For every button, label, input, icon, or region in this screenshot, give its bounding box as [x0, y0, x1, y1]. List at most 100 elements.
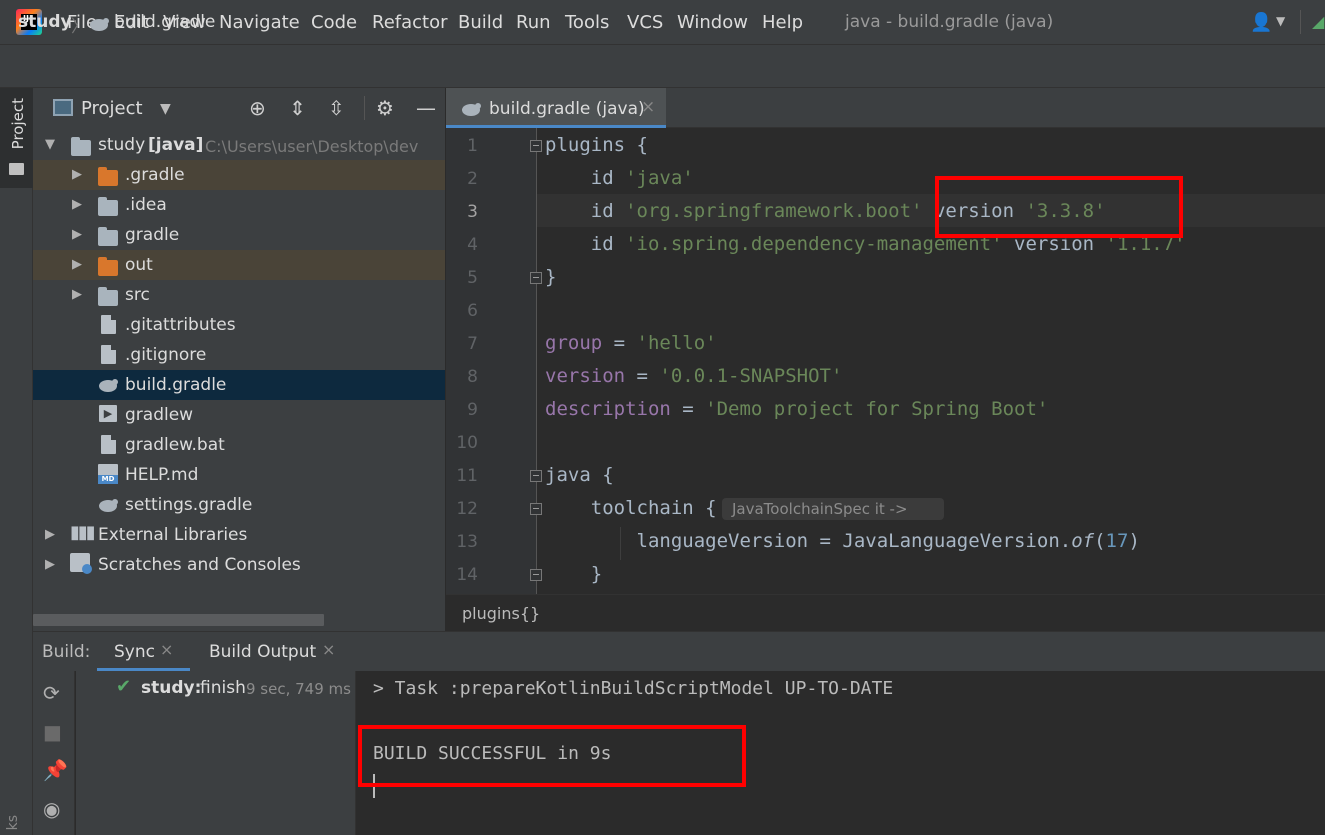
gradle-icon: [462, 103, 481, 116]
folder-icon: [98, 167, 118, 186]
gutter-separator: [536, 128, 537, 594]
fold-marker-icon[interactable]: [530, 503, 542, 515]
folder-icon: [98, 257, 118, 276]
tree-item-src[interactable]: [33, 280, 445, 310]
tree-item-label: gradlew.bat: [125, 435, 225, 455]
gradle-icon: [90, 18, 109, 31]
chevron-down-icon[interactable]: ▼: [45, 137, 55, 152]
fold-marker-icon[interactable]: [530, 140, 542, 152]
code-line-12: toolchain {: [545, 497, 717, 519]
editor-breadcrumb-bar: [446, 594, 1325, 631]
chevron-down-icon[interactable]: ▼: [1276, 14, 1285, 28]
chevron-right-icon[interactable]: ▶: [45, 557, 55, 572]
eye-icon[interactable]: ◉: [43, 797, 60, 821]
breadcrumb-file[interactable]: build.gradle: [114, 12, 215, 32]
tab-label[interactable]: build.gradle (java): [489, 99, 645, 119]
expand-all-icon[interactable]: ⇕: [289, 96, 306, 120]
tree-item-label: .idea: [125, 195, 167, 215]
menu-tools[interactable]: Tools: [565, 12, 609, 33]
user-icon[interactable]: 👤: [1250, 12, 1272, 33]
chevron-right-icon[interactable]: ▶: [72, 227, 82, 242]
tree-item-help-md[interactable]: [33, 460, 445, 490]
code-line-2: id 'java': [545, 167, 694, 189]
fold-marker-icon[interactable]: [530, 569, 542, 581]
hide-panel-icon[interactable]: —: [416, 96, 436, 120]
menu-vcs[interactable]: VCS: [627, 12, 663, 33]
tree-item-gradlew-bat[interactable]: [33, 430, 445, 460]
line-number: 9: [467, 400, 478, 420]
line-number: 7: [467, 334, 478, 354]
close-icon[interactable]: ×: [641, 97, 655, 117]
project-tool-tab-label[interactable]: Project: [9, 98, 27, 149]
fold-marker-icon[interactable]: [530, 470, 542, 482]
project-window-icon: [53, 99, 73, 116]
menu-run[interactable]: Run: [516, 12, 551, 33]
tree-item-gitignore[interactable]: [33, 340, 445, 370]
tree-item-gradle-dir[interactable]: [33, 160, 445, 190]
close-icon[interactable]: ×: [322, 640, 335, 659]
line-number: 2: [467, 169, 478, 189]
tree-item-idea[interactable]: [33, 190, 445, 220]
code-line-9: description = 'Demo project for Spring B…: [545, 398, 1049, 420]
folder-icon: [9, 163, 24, 175]
script-file-icon: ▶: [99, 405, 117, 422]
console-line: > Task :prepareKotlinBuildScriptModel UP…: [373, 678, 894, 699]
code-line-5: }: [545, 266, 557, 288]
tree-item-label: Scratches and Consoles: [98, 555, 301, 575]
horizontal-scrollbar[interactable]: [33, 614, 324, 626]
close-icon[interactable]: ×: [160, 640, 173, 659]
build-hammer-icon[interactable]: ◢: [1312, 12, 1324, 31]
code-line-13: languageVersion = JavaLanguageVersion.of…: [545, 530, 1140, 552]
folder-icon: [98, 227, 118, 246]
tree-item-build-gradle[interactable]: [33, 370, 445, 400]
folder-icon: [98, 287, 118, 306]
menu-window[interactable]: Window: [677, 12, 748, 33]
tab-build-output[interactable]: Build Output: [209, 642, 316, 662]
chevron-right-icon[interactable]: ▶: [45, 527, 55, 542]
chevron-right-icon[interactable]: ▶: [72, 287, 82, 302]
build-status-project[interactable]: study:: [141, 678, 201, 698]
gradle-icon: [99, 499, 118, 512]
tree-item-gitattributes[interactable]: [33, 310, 445, 340]
editor-breadcrumb[interactable]: plugins{}: [462, 604, 540, 623]
scratches-icon: [70, 553, 92, 574]
tab-sync-label[interactable]: Sync: [114, 642, 155, 662]
tree-item-label: study: [98, 135, 146, 155]
tree-item-label: External Libraries: [98, 525, 248, 545]
line-number: 8: [467, 367, 478, 387]
line-number: 5: [467, 268, 478, 288]
module-path: C:\Users\user\Desktop\dev: [205, 137, 419, 156]
locate-file-icon[interactable]: ⊕: [249, 96, 266, 120]
build-panel-label: Build:: [42, 642, 91, 662]
tree-item-gradle[interactable]: [33, 220, 445, 250]
line-number: 11: [456, 466, 478, 486]
chevron-right-icon[interactable]: ▶: [72, 167, 82, 182]
tree-item-gradlew[interactable]: [33, 400, 445, 430]
highlight-box-build-success: [358, 725, 746, 787]
gradle-icon: [99, 379, 118, 392]
line-number: 10: [456, 433, 478, 453]
project-panel-title[interactable]: Project: [81, 98, 143, 119]
menu-navigate[interactable]: Navigate: [219, 12, 300, 33]
bookmarks-tab-label[interactable]: ks: [5, 815, 21, 830]
menu-build[interactable]: Build: [458, 12, 503, 33]
code-line-8: version = '0.0.1-SNAPSHOT': [545, 365, 843, 387]
build-status-text[interactable]: finish: [200, 678, 246, 698]
menu-refactor[interactable]: Refactor: [372, 12, 448, 33]
collapse-all-icon[interactable]: ⇳: [328, 96, 345, 120]
gear-icon[interactable]: ⚙: [376, 96, 394, 120]
tree-item-label: gradle: [125, 225, 180, 245]
menu-help[interactable]: Help: [762, 12, 803, 33]
menu-code[interactable]: Code: [311, 12, 357, 33]
fold-marker-icon[interactable]: [530, 272, 542, 284]
module-folder-icon: [71, 137, 91, 156]
pin-icon[interactable]: 📌: [43, 758, 68, 782]
breadcrumb-project[interactable]: study: [18, 12, 72, 32]
stop-icon[interactable]: ■: [43, 720, 62, 744]
chevron-right-icon[interactable]: ▶: [72, 197, 82, 212]
refresh-icon[interactable]: ⟳: [43, 681, 60, 705]
breadcrumb-separator-icon: 〉: [71, 17, 88, 37]
chevron-down-icon[interactable]: ▼: [160, 101, 171, 117]
tree-item-out[interactable]: [33, 250, 445, 280]
chevron-right-icon[interactable]: ▶: [72, 257, 82, 272]
